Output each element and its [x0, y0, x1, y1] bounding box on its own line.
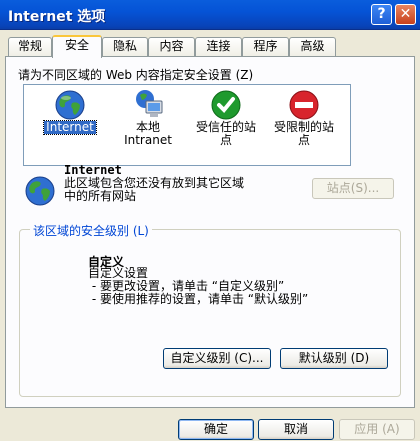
cancel-button[interactable]: 取消 — [258, 419, 334, 440]
tab-label: 程序 — [253, 39, 278, 53]
trusted-check-icon — [211, 90, 241, 120]
tab-security[interactable]: 安全 — [52, 35, 102, 58]
globe-icon — [55, 90, 85, 120]
description-line: - 要使用推荐的设置，请单击 “默认级别” — [88, 292, 309, 306]
zone-description: 此区域包含您还没有放到其它区域 中的所有网站 — [64, 176, 245, 203]
sites-button[interactable]: 站点(S)... — [312, 178, 394, 199]
tab-programs[interactable]: 程序 — [242, 37, 289, 56]
close-icon: ✕ — [399, 6, 412, 22]
tab-content[interactable]: 内容 — [148, 37, 195, 56]
zone-name: Internet — [64, 163, 122, 177]
tab-label: 高级 — [300, 39, 325, 53]
title-bar[interactable]: Internet 选项 ? ✕ — [0, 0, 420, 30]
tab-label: 内容 — [159, 39, 184, 53]
zone-internet[interactable]: Internet — [30, 85, 110, 165]
tab-label: 隐私 — [112, 39, 137, 53]
zone-instruction: 请为不同区域的 Web 内容指定安全设置 (Z) — [18, 68, 254, 82]
zone-label: 受信任的站 点 — [195, 120, 256, 147]
security-level-group: 该区域的安全级别 (L) 自定义 自定义设置 - 要更改设置，请单击 “自定义级… — [19, 222, 401, 397]
security-panel: 请为不同区域的 Web 内容指定安全设置 (Z) Internet 本地 Int… — [5, 56, 415, 408]
zone-label: Internet — [43, 120, 97, 135]
zone-label: 本地 Intranet — [124, 120, 172, 147]
tab-connections[interactable]: 连接 — [195, 37, 242, 56]
intranet-computer-icon — [136, 90, 163, 117]
globe-icon — [25, 176, 55, 206]
tab-privacy[interactable]: 隐私 — [102, 37, 148, 56]
tab-label: 安全 — [64, 38, 89, 52]
window-title: Internet 选项 — [8, 9, 106, 25]
tab-general[interactable]: 常规 — [8, 37, 52, 56]
apply-button[interactable]: 应用 (A) — [339, 419, 415, 440]
zone-trusted-sites[interactable]: 受信任的站 点 — [186, 85, 266, 165]
group-legend: 该区域的安全级别 (L) — [30, 222, 152, 239]
zone-local-intranet[interactable]: 本地 Intranet — [108, 85, 188, 165]
help-button[interactable]: ? — [371, 4, 392, 25]
tab-label: 连接 — [206, 39, 231, 53]
zone-restricted-sites[interactable]: 受限制的站 点 — [264, 85, 344, 165]
security-level-description: 自定义设置 - 要更改设置，请单击 “自定义级别” - 要使用推荐的设置，请单击… — [88, 267, 308, 306]
default-level-button[interactable]: 默认级别 (D) — [280, 348, 388, 369]
zone-label: 受限制的站 点 — [273, 120, 334, 147]
restricted-no-entry-icon — [289, 90, 319, 120]
tab-label: 常规 — [17, 39, 42, 53]
tab-advanced[interactable]: 高级 — [289, 37, 336, 56]
help-icon: ? — [377, 6, 386, 22]
zone-list[interactable]: Internet 本地 Intranet 受信任的站 点 受限制的站 点 — [23, 84, 351, 166]
ok-button[interactable]: 确定 — [178, 419, 254, 440]
close-button[interactable]: ✕ — [395, 4, 416, 25]
custom-level-button[interactable]: 自定义级别 (C)... — [163, 348, 271, 369]
